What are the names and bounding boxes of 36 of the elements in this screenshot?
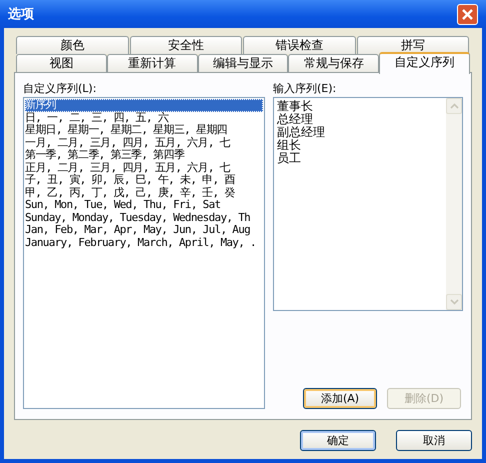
tab[interactable]: 编辑与显示: [198, 54, 288, 72]
entry-line: 总经理: [277, 113, 314, 126]
list-item[interactable]: Sunday, Monday, Tuesday, Wednesday, Th: [25, 212, 263, 224]
scroll-down-button[interactable]: [446, 294, 462, 310]
tab[interactable]: 安全性: [130, 36, 242, 54]
list-entries-label: 输入序列(E):: [273, 81, 338, 97]
dialog-button[interactable]: 确定: [300, 430, 376, 451]
list-entries-field[interactable]: 董事长 总经理 副总经理 组长 员工: [273, 97, 463, 311]
list-item[interactable]: 一月, 二月, 三月, 四月, 五月, 六月, 七: [25, 136, 263, 149]
entry-line: 副总经理: [277, 126, 326, 139]
list-item[interactable]: Jan, Feb, Mar, Apr, May, Jun, Jul, Aug: [25, 224, 263, 236]
tab[interactable]: 自定义序列: [379, 52, 470, 74]
entry-line: 组长: [277, 139, 302, 152]
entry-line: 董事长: [277, 100, 314, 113]
dialog-button[interactable]: 取消: [396, 430, 472, 451]
list-item[interactable]: 子, 丑, 寅, 卯, 辰, 巳, 午, 未, 申, 酉: [25, 174, 263, 186]
tab[interactable]: 错误检查: [243, 36, 356, 54]
entry-line: 员工: [277, 152, 302, 165]
window-title: 选项: [8, 6, 34, 23]
custom-lists-label: 自定义序列(L):: [23, 81, 98, 97]
list-item[interactable]: 星期日, 星期一, 星期二, 星期三, 星期四: [25, 124, 263, 136]
list-button[interactable]: 添加(A): [303, 388, 377, 409]
tab[interactable]: 拼写: [356, 36, 469, 54]
tab[interactable]: 重新计算: [106, 54, 198, 72]
scroll-up-button[interactable]: [446, 98, 462, 114]
tab[interactable]: 视图: [16, 54, 107, 72]
list-item[interactable]: 正月, 二月, 三月, 四月, 五月, 六月, 七: [25, 162, 263, 174]
list-item[interactable]: Sun, Mon, Tue, Wed, Thu, Fri, Sat: [25, 199, 263, 212]
close-button[interactable]: [457, 4, 478, 24]
list-item[interactable]: 甲, 乙, 丙, 丁, 戊, 己, 庚, 辛, 壬, 癸: [25, 186, 263, 199]
list-item[interactable]: 第一季, 第二季, 第三季, 第四季: [25, 149, 263, 162]
tab[interactable]: 常规与保存: [288, 54, 380, 72]
list-item[interactable]: 日, 一, 二, 三, 四, 五, 六: [25, 112, 263, 124]
close-icon: [461, 8, 474, 20]
list-item[interactable]: January, February, March, April, May, .: [25, 236, 263, 249]
tab[interactable]: 颜色: [16, 36, 128, 54]
